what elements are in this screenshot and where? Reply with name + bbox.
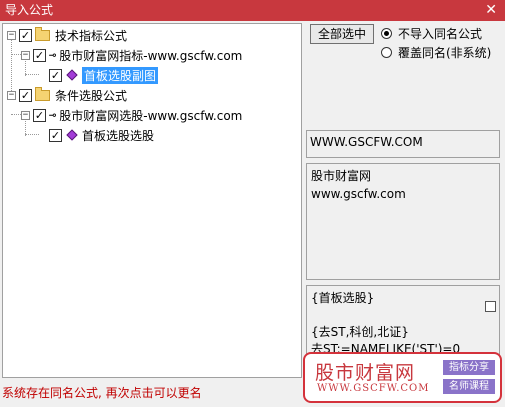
window-title: 导入公式 — [5, 3, 54, 17]
tree-node-first-board-subchart[interactable]: ✓ 首板选股副图 — [49, 66, 159, 84]
close-icon[interactable]: ✕ — [485, 0, 497, 20]
radio-label: 覆盖同名(非系统) — [398, 45, 492, 60]
key-icon: ⊸ — [49, 108, 56, 122]
tree-node-indicator-formulas[interactable]: − ✓ 技术指标公式 — [7, 26, 127, 44]
checkbox-first-board-picker[interactable]: ✓ — [49, 128, 62, 142]
tree-node-label: 条件选股公式 — [55, 88, 128, 103]
title-bar: 导入公式 ✕ — [0, 0, 505, 21]
tree-node-label: 股市财富网选股-www.gscfw.com — [59, 108, 243, 123]
tree-node-first-board-picker[interactable]: ✓ 首板选股选股 — [49, 126, 154, 144]
tree-node-label: 股市财富网指标-www.gscfw.com — [59, 48, 243, 63]
formula-source-field: WWW.GSCFW.COM — [306, 130, 500, 158]
radio-label: 不导入同名公式 — [398, 26, 483, 41]
radio-skip-duplicates[interactable]: 不导入同名公式 — [381, 25, 482, 41]
radio-overwrite-duplicates[interactable]: 覆盖同名(非系统) — [381, 44, 491, 60]
tree-node-label: 首板选股副图 — [82, 66, 159, 84]
code-line: {首板选股} — [311, 291, 375, 305]
watermark-name: 股市财富网 — [315, 362, 416, 384]
tree-node-label: 技术指标公式 — [55, 28, 128, 43]
select-all-button[interactable]: 全部选中 — [310, 24, 374, 44]
radio-selected-icon[interactable] — [381, 27, 392, 39]
source-text: WWW.GSCFW.COM — [310, 135, 423, 149]
folder-icon — [35, 26, 50, 41]
checkbox-indicator-formulas[interactable]: ✓ — [19, 28, 32, 42]
code-line: {去ST,科创,北证} — [311, 325, 409, 339]
formula-tree[interactable]: − ✓ 技术指标公式 − ✓ ⊸ 股市财富网指标-www.gscfw.com ✓… — [2, 23, 302, 378]
status-message: 系统存在同名公式, 再次点击可以更名 — [2, 386, 202, 400]
tree-node-gscfw-stock-picker[interactable]: − ✓ ⊸ 股市财富网选股-www.gscfw.com — [21, 106, 242, 124]
collapse-icon[interactable]: − — [21, 50, 30, 60]
description-line: 股市财富网 — [311, 169, 372, 183]
description-line: www.gscfw.com — [311, 187, 406, 201]
checkbox-first-board-subchart[interactable]: ✓ — [49, 68, 62, 82]
tree-node-gscfw-indicators[interactable]: − ✓ ⊸ 股市财富网指标-www.gscfw.com — [21, 46, 242, 64]
checkbox-gscfw-indicators[interactable]: ✓ — [33, 48, 46, 62]
folder-icon — [35, 86, 50, 101]
formula-icon — [66, 69, 78, 81]
site-watermark-logo: 股市财富网 WWW.GSCFW.COM 指标分享 名师课程 — [303, 352, 502, 403]
key-icon: ⊸ — [49, 48, 56, 62]
checkbox-gscfw-stock-picker[interactable]: ✓ — [33, 108, 46, 122]
panel-checkbox[interactable] — [485, 301, 496, 312]
collapse-icon[interactable]: − — [7, 90, 16, 100]
import-formula-dialog: 导入公式 ✕ − ✓ 技术指标公式 − ✓ ⊸ 股市财富网指标-www.gscf… — [0, 0, 505, 407]
collapse-icon[interactable]: − — [21, 110, 30, 120]
collapse-icon[interactable]: − — [7, 30, 16, 40]
watermark-tag-course: 名师课程 — [443, 379, 495, 394]
checkbox-condition-formulas[interactable]: ✓ — [19, 88, 32, 102]
formula-icon — [66, 129, 78, 141]
formula-description-panel: 股市财富网 www.gscfw.com — [306, 163, 500, 280]
watermark-tag-share: 指标分享 — [443, 360, 495, 375]
watermark-url: WWW.GSCFW.COM — [317, 383, 430, 394]
tree-node-condition-formulas[interactable]: − ✓ 条件选股公式 — [7, 86, 127, 104]
radio-unselected-icon[interactable] — [381, 46, 392, 58]
tree-node-label: 首板选股选股 — [82, 128, 155, 143]
